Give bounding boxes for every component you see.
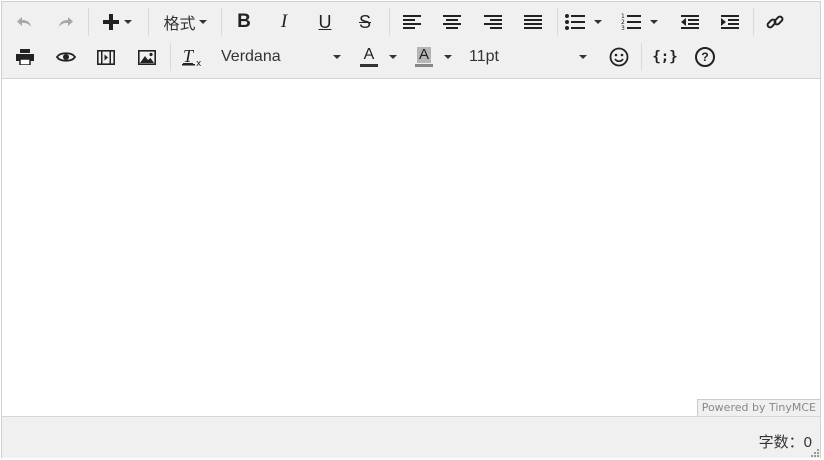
background-color-swatch: [415, 64, 433, 67]
separator: [557, 8, 558, 36]
clear-formatting-button[interactable]: Tx: [178, 42, 208, 72]
clear-format-icon: Tx: [182, 47, 202, 67]
separator: [148, 8, 149, 36]
align-center-icon: [443, 15, 461, 29]
resize-handle[interactable]: [809, 447, 819, 457]
insert-media-button[interactable]: [92, 42, 120, 72]
align-left-button[interactable]: [398, 7, 426, 37]
plus-icon: [103, 14, 119, 30]
text-color-icon: A: [363, 46, 375, 63]
word-count: 字数：0: [758, 434, 812, 451]
bullet-list-icon: [565, 14, 585, 30]
help-icon-glyph: ?: [701, 50, 709, 64]
print-button[interactable]: [11, 42, 39, 72]
undo-button[interactable]: [12, 7, 38, 37]
chevron-down-icon: [333, 55, 341, 59]
text-color-dropdown[interactable]: [385, 42, 401, 72]
svg-text:3: 3: [621, 25, 625, 31]
toolbar-row-2: Tx Verdana A A 11pt {;} ?: [2, 40, 820, 74]
emoticons-button[interactable]: [605, 42, 633, 72]
format-menu-button[interactable]: 格式: [158, 7, 212, 37]
separator: [641, 43, 642, 71]
bold-icon: B: [237, 11, 251, 32]
link-icon: [766, 15, 784, 29]
separator: [753, 8, 754, 36]
redo-icon: [59, 17, 73, 27]
chevron-down-icon: [444, 55, 452, 59]
eye-icon: [56, 52, 76, 62]
editor-content-area[interactable]: Powered by TinyMCE: [2, 79, 820, 416]
help-button[interactable]: ?: [691, 42, 719, 72]
undo-icon: [17, 17, 31, 27]
align-center-button[interactable]: [438, 7, 466, 37]
source-code-button[interactable]: {;}: [650, 42, 680, 72]
powered-by-link[interactable]: Powered by TinyMCE: [696, 399, 820, 416]
help-icon: ?: [695, 47, 715, 67]
rich-text-editor: 格式 B I U S 1 2 3 T x Verdana A A 11pt {;…: [1, 1, 821, 458]
font-family-select[interactable]: Verdana: [221, 42, 345, 72]
film-icon: [97, 49, 115, 65]
font-size-select[interactable]: 11pt: [469, 42, 593, 72]
strikethrough-button[interactable]: S: [351, 7, 379, 37]
code-icon: {;}: [652, 49, 678, 65]
align-right-icon: [484, 15, 502, 29]
format-menu-label: 格式: [163, 16, 196, 33]
toolbar-row-1: 格式 B I U S 1 2 3: [2, 5, 820, 39]
separator: [221, 8, 222, 36]
bullet-list-button[interactable]: [565, 7, 611, 37]
background-color-icon: A: [416, 46, 431, 63]
printer-icon: [16, 49, 34, 65]
redo-button[interactable]: [52, 7, 78, 37]
indent-icon: [721, 15, 739, 29]
insert-link-button[interactable]: [761, 7, 789, 37]
svg-text:T: T: [183, 47, 195, 66]
background-color-button[interactable]: A: [411, 42, 437, 72]
insert-image-button[interactable]: [133, 42, 161, 72]
align-right-button[interactable]: [479, 7, 507, 37]
separator: [170, 43, 171, 71]
align-justify-icon: [524, 15, 542, 29]
numbered-list-icon: 123: [621, 13, 641, 31]
separator: [389, 8, 390, 36]
editor-toolbar: 格式 B I U S 1 2 3 T x Verdana A A 11pt {;…: [2, 2, 820, 79]
outdent-button[interactable]: [676, 7, 704, 37]
chevron-down-icon: [198, 20, 207, 24]
align-justify-button[interactable]: [519, 7, 547, 37]
numbered-list-button[interactable]: 123: [621, 7, 665, 37]
chevron-down-icon: [389, 55, 397, 59]
background-color-dropdown[interactable]: [440, 42, 456, 72]
underline-icon: U: [318, 11, 332, 32]
preview-button[interactable]: [52, 42, 80, 72]
smiley-icon: [609, 47, 629, 67]
bold-button[interactable]: B: [230, 7, 258, 37]
align-left-icon: [403, 15, 421, 29]
strikethrough-icon: S: [358, 11, 371, 32]
italic-icon: I: [280, 11, 288, 32]
underline-button[interactable]: U: [311, 7, 339, 37]
font-size-value: 11pt: [469, 48, 499, 65]
svg-text:x: x: [196, 59, 202, 67]
separator: [88, 8, 89, 36]
chevron-down-icon: [594, 20, 602, 24]
chevron-down-icon: [650, 20, 658, 24]
chevron-down-icon: [579, 55, 587, 59]
status-bar: 字数：0: [2, 416, 820, 458]
text-color-button[interactable]: A: [356, 42, 382, 72]
italic-button[interactable]: I: [270, 7, 298, 37]
text-color-swatch: [360, 64, 378, 67]
chevron-down-icon: [124, 20, 132, 24]
image-icon: [138, 49, 156, 65]
outdent-icon: [681, 15, 699, 29]
insert-button[interactable]: [98, 7, 136, 37]
font-family-value: Verdana: [221, 48, 281, 65]
indent-button[interactable]: [716, 7, 744, 37]
